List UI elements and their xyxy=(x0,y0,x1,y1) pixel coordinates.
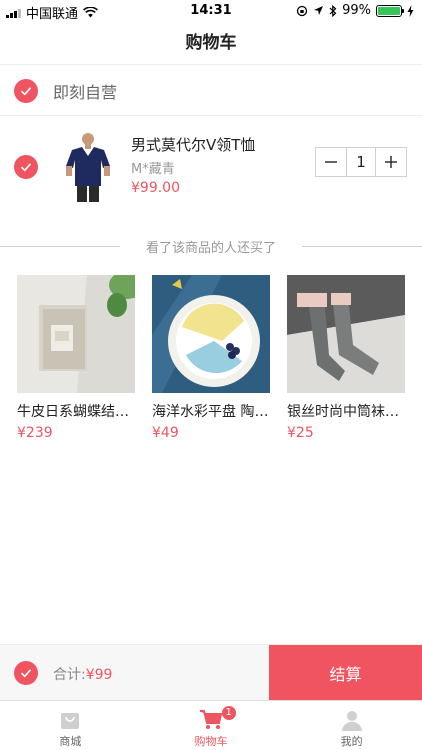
shop-row: 即刻自营 xyxy=(0,66,422,116)
shop-name: 即刻自营 xyxy=(53,83,118,102)
product-price: ¥49 xyxy=(152,425,179,441)
checkout-bar: 合计:¥99 结算 xyxy=(0,644,422,701)
product-name: 海洋水彩平盘 陶瓷餐盘 xyxy=(152,404,270,420)
orientation-lock-icon xyxy=(296,5,308,16)
tab-label: 我的 xyxy=(340,735,363,748)
total-amount: ¥99 xyxy=(85,667,113,683)
status-right: 99% xyxy=(296,3,414,18)
product-price: ¥239 xyxy=(17,425,53,441)
recommend-product-card[interactable]: 牛皮日系蝴蝶结女款短款钱包 ¥239 xyxy=(17,271,145,441)
minus-icon xyxy=(325,161,337,163)
checkmark-icon xyxy=(20,669,32,678)
cart-icon xyxy=(200,710,223,729)
tab-bar: 商城 1 购物车 我的 xyxy=(0,700,422,750)
total-summary: 合计:¥99 xyxy=(53,664,112,684)
tab-label: 商城 xyxy=(59,735,82,748)
wallet-product-image xyxy=(17,271,145,393)
socks-product-image xyxy=(287,275,405,393)
plate-product-image xyxy=(152,275,270,393)
page-title: 购物车 xyxy=(185,33,237,53)
increase-button[interactable] xyxy=(376,148,406,176)
recommend-product-card[interactable]: 银丝时尚中筒袜女款 ¥25 xyxy=(287,275,405,441)
plus-icon xyxy=(385,156,397,168)
divider-line xyxy=(302,246,422,247)
tab-mine[interactable]: 我的 xyxy=(281,701,422,750)
total-label: 合计: xyxy=(53,667,86,683)
checkout-button[interactable]: 结算 xyxy=(269,645,422,701)
battery-percent: 99% xyxy=(342,3,371,18)
item-spec: M*藏青 xyxy=(131,162,175,177)
nav-bar: 购物车 xyxy=(0,22,422,65)
shop-bag-icon xyxy=(61,713,80,729)
checkmark-icon xyxy=(20,163,32,172)
checkmark-icon xyxy=(20,87,32,96)
quantity-stepper: 1 xyxy=(315,147,407,177)
quantity-value[interactable]: 1 xyxy=(346,148,376,176)
item-select-checkbox[interactable] xyxy=(14,155,38,179)
decrease-button[interactable] xyxy=(316,148,346,176)
recommend-divider: 看了该商品的人还买了 xyxy=(0,236,422,256)
cart-badge: 1 xyxy=(221,706,236,720)
location-arrow-icon xyxy=(314,6,324,15)
item-price: ¥99.00 xyxy=(131,180,180,196)
battery-icon xyxy=(376,4,404,17)
item-name: 男式莫代尔V领T恤 xyxy=(131,136,256,154)
product-price: ¥25 xyxy=(287,425,314,441)
tab-shop[interactable]: 商城 xyxy=(0,701,141,750)
product-image[interactable] xyxy=(58,130,118,204)
tab-label: 购物车 xyxy=(194,735,228,748)
user-icon xyxy=(341,711,362,731)
charging-bolt-icon xyxy=(407,4,414,17)
shop-select-checkbox[interactable] xyxy=(14,79,38,103)
bluetooth-icon xyxy=(329,4,337,17)
product-name: 牛皮日系蝴蝶结女款短款钱包 xyxy=(17,404,135,420)
product-name: 银丝时尚中筒袜女款 xyxy=(287,404,405,420)
select-all-checkbox[interactable] xyxy=(14,661,38,685)
battery-fill xyxy=(378,6,400,15)
recommend-product-card[interactable]: 海洋水彩平盘 陶瓷餐盘 ¥49 xyxy=(152,275,270,441)
status-bar: 中国联通 14:31 99% xyxy=(0,0,422,22)
tab-cart[interactable]: 1 购物车 xyxy=(141,701,282,750)
